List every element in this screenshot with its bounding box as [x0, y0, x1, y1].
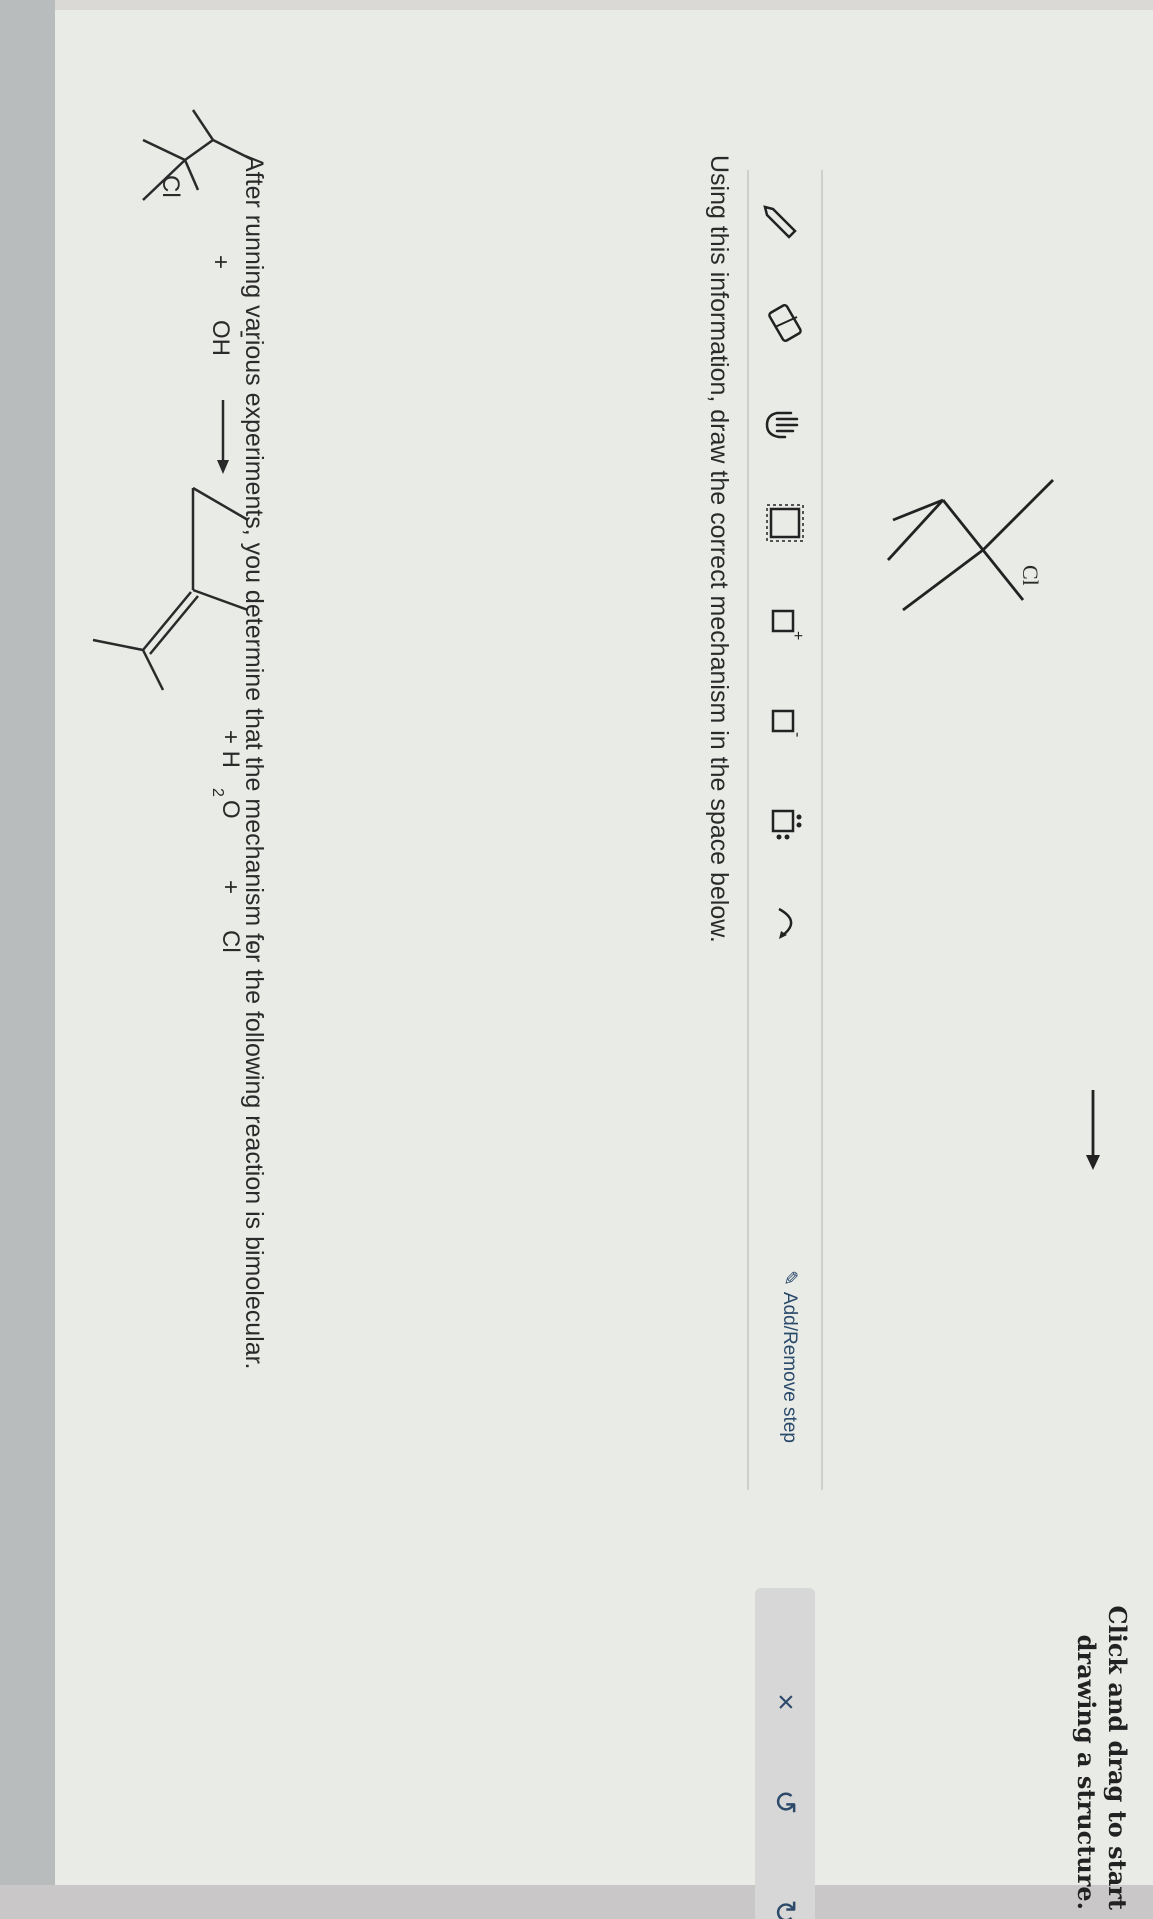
select-box-tool[interactable] — [759, 495, 811, 551]
negative-charge-tool[interactable]: - — [759, 695, 811, 751]
action-panel: × ↺ ↻ — [755, 1588, 815, 1919]
curved-arrow-icon — [778, 907, 793, 939]
water-subscript: 2 — [209, 788, 226, 797]
add-remove-step-label: Add/Remove step — [779, 1291, 801, 1443]
reactant-cl-label: Cl — [157, 175, 184, 198]
eraser-icon — [768, 303, 802, 343]
pencil-icon — [763, 205, 797, 239]
undo-button[interactable]: ↺ — [761, 1778, 809, 1826]
hand-tool[interactable] — [759, 395, 811, 451]
canvas-structures: Cl — [886, 479, 1100, 1170]
screen: After running various experiments, you d… — [0, 0, 1153, 1919]
add-remove-step-button[interactable]: ✎ Add/Remove step — [778, 1270, 801, 1443]
close-button[interactable]: × — [761, 1678, 809, 1726]
pencil-tool[interactable] — [759, 195, 811, 251]
product-alkene-structure — [92, 486, 249, 691]
canvas-cl-label: Cl — [1018, 565, 1043, 586]
lone-pair-tool[interactable] — [759, 795, 811, 851]
lone-pair-icon — [771, 809, 802, 840]
eraser-tool[interactable] — [759, 295, 811, 351]
positive-charge-tool[interactable]: + — [759, 595, 811, 651]
chloride-charge: - — [239, 942, 266, 950]
hand-icon — [765, 411, 799, 439]
svg-text:+: + — [789, 631, 806, 640]
water-plus: + H — [217, 730, 244, 768]
undo-icon: ↺ — [768, 1789, 802, 1815]
drawing-toolbar: + - ✎ Add/Remove step × ↺ ↻ — [747, 170, 823, 1919]
positive-charge-icon: + — [771, 609, 806, 640]
canvas-starting-structure — [886, 479, 1054, 612]
redo-icon: ↻ — [768, 1899, 802, 1919]
hydroxide-label: OH — [207, 320, 234, 356]
plus-sign: + — [207, 255, 234, 269]
drawing-canvas[interactable]: Cl — [825, 170, 1113, 1490]
water-o: O — [217, 800, 244, 819]
select-box-icon — [766, 504, 804, 542]
instruction-text: Using this information, draw the correct… — [705, 155, 733, 943]
negative-charge-icon: - — [771, 709, 806, 737]
hydroxide-charge: - — [229, 330, 256, 338]
edit-icon: ✎ — [779, 1270, 800, 1286]
svg-text:-: - — [789, 732, 806, 737]
canvas-hint: Click and drag to start drawing a struct… — [1072, 1605, 1132, 1910]
curved-arrow-tool[interactable] — [759, 895, 811, 951]
product-plus: + — [217, 880, 244, 894]
redo-button[interactable]: ↻ — [761, 1888, 809, 1919]
canvas-reaction-arrow — [1086, 1090, 1100, 1170]
close-icon: × — [769, 1693, 802, 1711]
reaction-arrow — [217, 400, 229, 474]
